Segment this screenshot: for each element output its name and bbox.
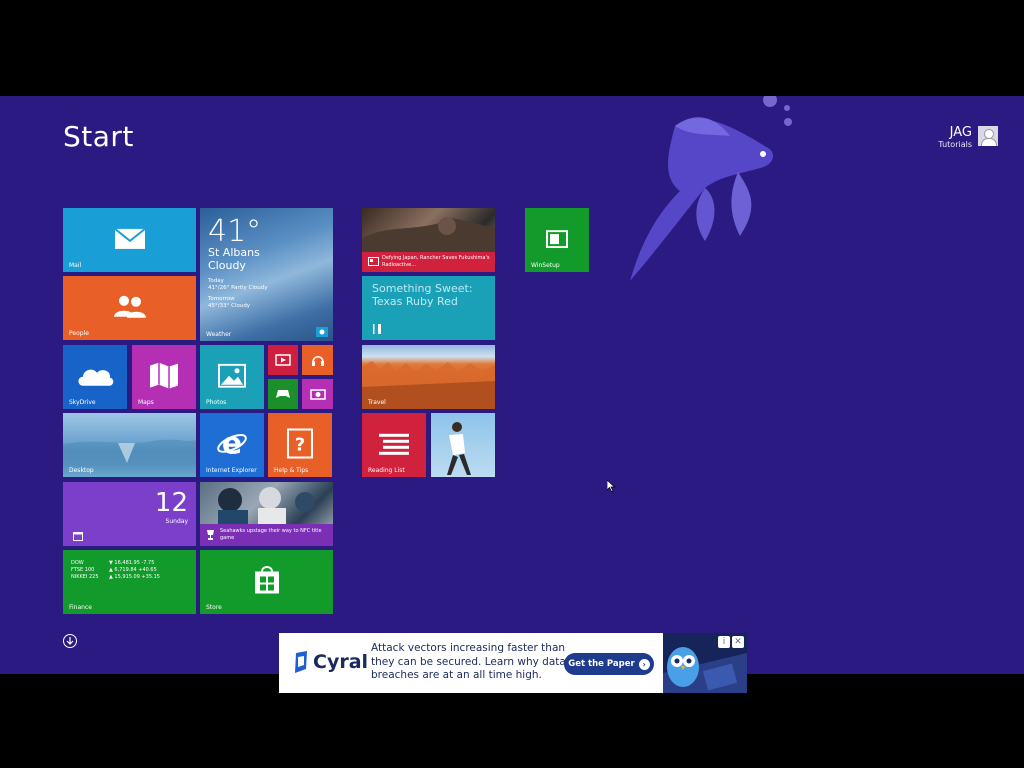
news-headline: Defying Japan, Rancher Saves Fukushima's… [382, 255, 490, 268]
winsetup-icon [546, 230, 568, 249]
map-icon [150, 362, 178, 389]
weather-temperature: 41° [208, 214, 262, 249]
tile-people[interactable]: People [63, 276, 196, 340]
tile-sports[interactable]: Seahawks upstage their way to NFC title … [200, 482, 333, 546]
tile-label: Weather [206, 331, 232, 338]
tile-photos[interactable]: Photos [200, 345, 264, 409]
page-title: Start [63, 120, 134, 153]
avatar[interactable] [978, 126, 998, 146]
tile-video[interactable] [268, 345, 298, 375]
svg-text:?: ? [295, 435, 305, 456]
mail-icon [113, 228, 146, 249]
cloud-icon [78, 369, 114, 386]
tile-skydrive[interactable]: SkyDrive [63, 345, 127, 409]
tile-calendar[interactable]: 12 Sunday [63, 482, 196, 546]
tile-label: Internet Explorer [206, 467, 257, 474]
all-apps-button[interactable] [63, 634, 77, 648]
video-icon [275, 354, 291, 366]
tile-label: Help & Tips [274, 467, 309, 474]
people-icon [113, 295, 146, 318]
help-icon: ? [287, 428, 313, 459]
tile-travel[interactable]: Travel [362, 345, 495, 409]
calendar-day-name: Sunday [165, 518, 188, 525]
ad-copy-text: Attack vectors increasing faster than th… [371, 642, 566, 681]
finance-row: DOW ▼ 16,481.95 -7.75 [71, 560, 155, 566]
runner-photo [447, 422, 471, 475]
tile-food-drink[interactable]: Something Sweet: Texas Ruby Red [362, 276, 495, 340]
tile-reading-list[interactable]: Reading List [362, 413, 426, 477]
food-headline: Something Sweet: Texas Ruby Red [372, 282, 473, 308]
ad-button-label: Get the Paper [568, 659, 635, 669]
tile-label: Mail [69, 262, 82, 269]
tile-health-fitness[interactable] [431, 413, 495, 477]
ad-brand-logo: Cyral [293, 651, 368, 673]
tile-label: Maps [138, 399, 154, 406]
tile-label: Travel [368, 399, 386, 406]
tile-news[interactable]: Defying Japan, Rancher Saves Fukushima's… [362, 208, 495, 272]
weather-location: St Albans Cloudy [208, 246, 260, 272]
user-name: JAG [949, 125, 972, 140]
advertisement-banner[interactable]: Cyral Attack vectors increasing faster t… [279, 633, 747, 693]
ie-icon: e [217, 427, 247, 459]
headphones-icon [311, 356, 324, 366]
calendar-icon [73, 532, 83, 541]
sports-headline-strip: Seahawks upstage their way to NFC title … [200, 524, 333, 546]
sports-photo [218, 487, 315, 526]
close-icon[interactable]: ✕ [732, 636, 744, 648]
tile-winsetup[interactable]: WinSetup [525, 208, 589, 272]
weather-forecast-tomorrow: Tomorrow 45°/33° Cloudy [208, 296, 251, 309]
news-headline-strip: Defying Japan, Rancher Saves Fukushima's… [362, 252, 495, 272]
tile-label: SkyDrive [69, 399, 96, 406]
get-the-paper-button[interactable]: Get the Paper › [564, 653, 654, 675]
finance-row: NIKKEI 225 ▲ 15,915.09 +35.15 [71, 574, 160, 580]
fish-decoration-icon [630, 96, 792, 282]
photo-icon [218, 363, 246, 388]
reading-list-icon [379, 433, 409, 455]
tile-label: Photos [206, 399, 227, 406]
trophy-icon [207, 530, 214, 540]
ad-owl-artwork: i ✕ [663, 633, 747, 693]
tile-finance[interactable]: DOW ▼ 16,481.95 -7.75 FTSE 100 ▲ 6,719.84 … [63, 550, 196, 614]
ad-info-icon[interactable]: i [718, 636, 730, 648]
user-account[interactable]: JAG Tutorials [938, 126, 998, 149]
chevron-right-icon: › [638, 658, 650, 670]
tile-camera[interactable] [302, 379, 333, 409]
finance-quotes: DOW ▼ 16,481.95 -7.75 FTSE 100 ▲ 6,719.84 … [71, 560, 160, 581]
tile-desktop[interactable]: Desktop [63, 413, 196, 477]
tile-games[interactable] [268, 379, 298, 409]
weather-badge-icon [316, 327, 328, 337]
tile-label: Store [206, 604, 222, 611]
ad-controls: i ✕ [718, 636, 744, 648]
tile-label: Finance [69, 604, 92, 611]
tile-label: WinSetup [531, 262, 560, 269]
camera-icon [309, 389, 326, 400]
tile-help-tips[interactable]: ? Help & Tips [268, 413, 332, 477]
store-icon [254, 566, 279, 594]
news-photo [362, 217, 495, 252]
tile-internet-explorer[interactable]: e Internet Explorer [200, 413, 264, 477]
tile-store[interactable]: Store [200, 550, 333, 614]
start-screen: Start JAG Tutorials Mail People SkyDrive… [0, 96, 1024, 674]
weather-forecast-today: Today 41°/26° Partly Cloudy [208, 278, 268, 291]
ad-brand-name: Cyral [313, 651, 369, 673]
sports-headline: Seahawks upstage their way to NFC title … [220, 528, 322, 541]
tile-mail[interactable]: Mail [63, 208, 196, 272]
fork-knife-icon [373, 324, 381, 334]
tile-weather[interactable]: 41° St Albans Cloudy Today 41°/26° Partl… [200, 208, 333, 341]
svg-text:e: e [222, 427, 242, 459]
gamepad-icon [276, 390, 290, 398]
tile-label: People [69, 330, 89, 337]
news-icon [368, 257, 379, 266]
user-subtitle: Tutorials [938, 140, 972, 149]
finance-row: FTSE 100 ▲ 6,719.84 +40.65 [71, 567, 157, 573]
arrow-down-icon [66, 637, 74, 645]
tile-maps[interactable]: Maps [132, 345, 196, 409]
landscape-image [63, 439, 196, 465]
mouse-cursor-icon [607, 480, 615, 492]
tile-label: Reading List [368, 467, 405, 474]
cyral-logo-icon [295, 651, 307, 673]
tile-music[interactable] [302, 345, 333, 375]
tile-label: Desktop [69, 467, 94, 474]
calendar-day-number: 12 [154, 488, 188, 518]
